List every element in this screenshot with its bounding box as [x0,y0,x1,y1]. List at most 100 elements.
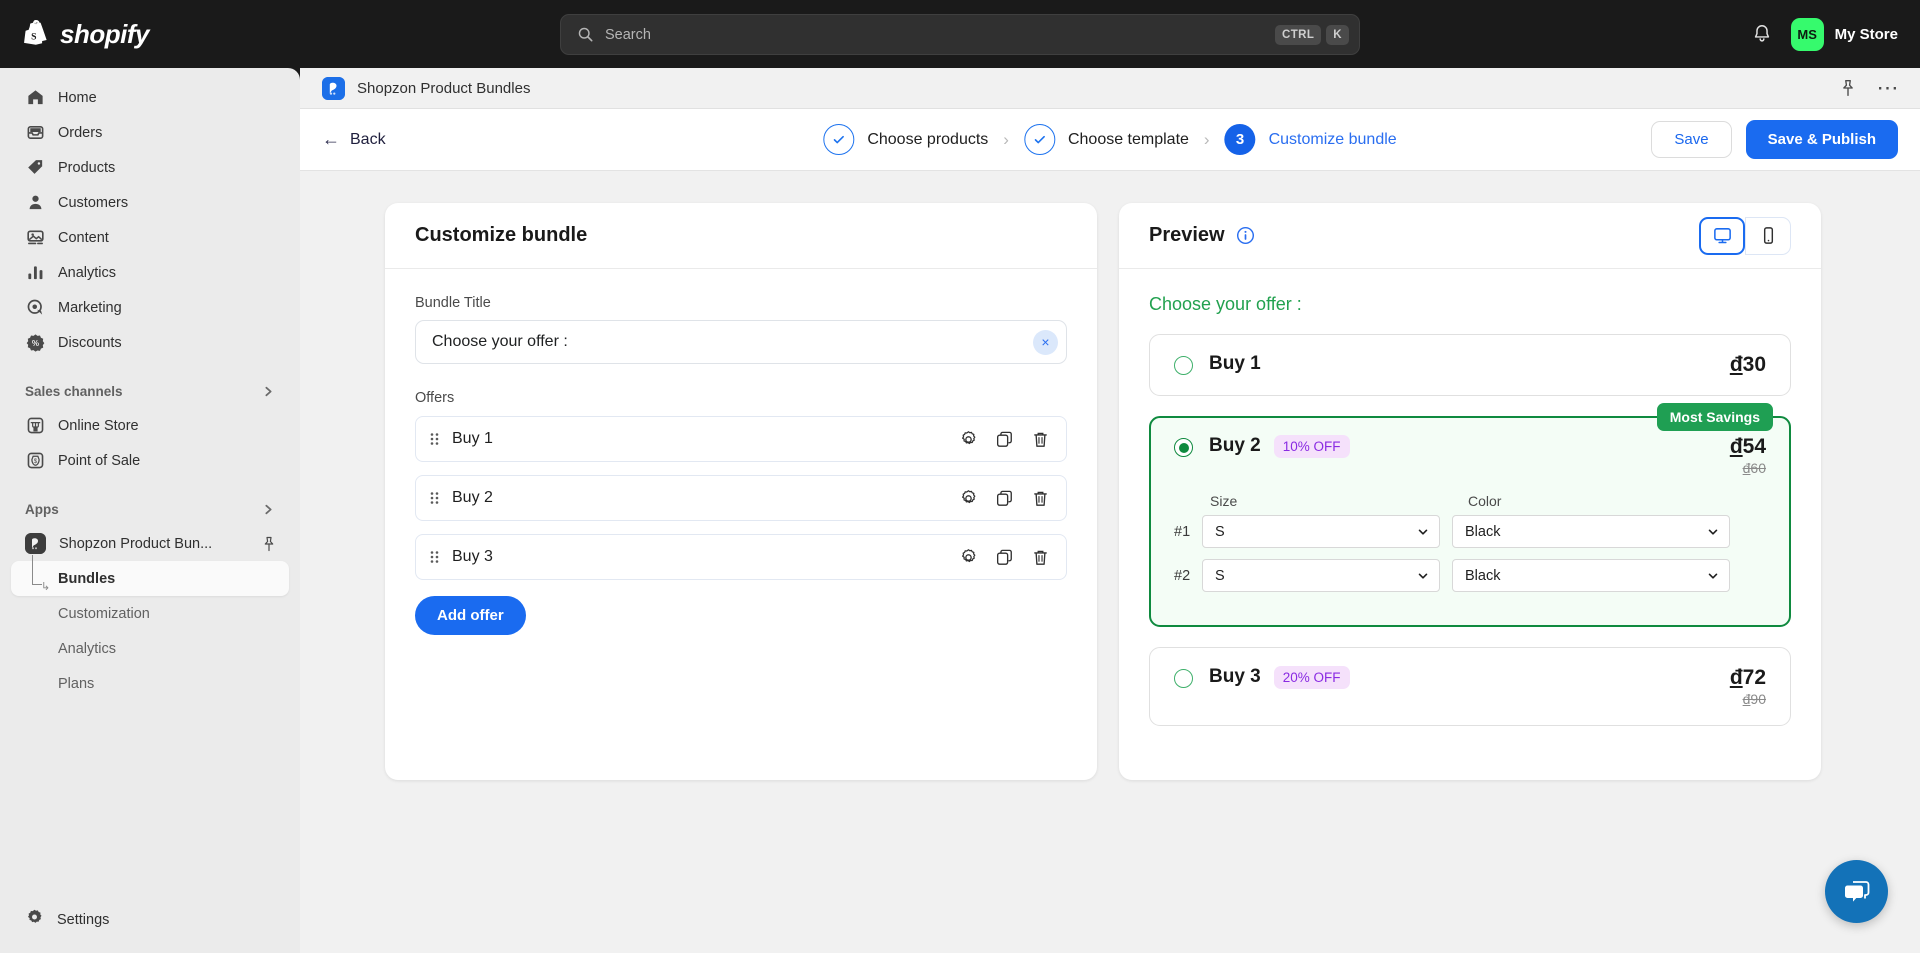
sidebar-item-customization[interactable]: Customization [11,596,289,631]
more-horizontal-icon[interactable]: ⋯ [1876,76,1900,100]
shopzon-app-icon [322,76,345,100]
gear-icon[interactable] [959,489,978,508]
analytics-bars-icon [25,263,45,283]
duplicate-icon[interactable] [995,548,1014,567]
offer-radio-buy3[interactable] [1174,669,1193,688]
preview-offer-card-buy1[interactable]: Buy 1 đ30 [1149,334,1791,396]
sidebar-item-settings[interactable]: Settings [11,902,289,937]
sidebar-item-analytics-app[interactable]: Analytics [11,631,289,666]
sidebar-item-bundles[interactable]: Bundles [11,561,289,596]
size-value: S [1215,523,1225,540]
offer-radio-buy1[interactable] [1174,356,1193,375]
offer-list-item[interactable]: Buy 2 [415,475,1067,521]
color-select-2[interactable]: Black [1452,559,1730,592]
sidebar-item-point-of-sale[interactable]: $ Point of Sale [11,443,289,478]
pin-icon[interactable] [261,536,277,552]
save-button[interactable]: Save [1651,121,1732,158]
orders-icon [25,123,45,143]
sidebar-group-sales-channels[interactable]: Sales channels [11,378,289,404]
preview-offer-card-buy3[interactable]: Buy 3 20% OFF đ72 đ90 [1149,647,1791,726]
preview-offer-card-buy2[interactable]: Most Savings Buy 2 10% OFF đ54 đ60 Size … [1149,403,1791,627]
gear-icon[interactable] [959,430,978,449]
sidebar-item-discounts[interactable]: % Discounts [11,325,289,360]
notifications-bell-icon[interactable] [1751,23,1773,45]
drag-handle-icon[interactable] [429,490,440,506]
offer-name: Buy 1 [1209,353,1261,374]
offer-radio-buy2[interactable] [1174,438,1193,457]
offer-list-item[interactable]: Buy 1 [415,416,1067,462]
info-circle-icon[interactable] [1236,226,1255,245]
svg-text:%: % [31,339,38,348]
shopify-admin-page: S shopify Search CTRL K MS My Store Home… [0,0,1920,953]
compare-value: 60 [1750,460,1766,476]
desktop-icon[interactable] [1699,216,1745,255]
sidebar-subitem-label: Analytics [58,640,117,657]
sidebar-item-label: Home [58,89,97,106]
offer-card-header: Buy 1 đ30 [1174,353,1766,377]
duplicate-icon[interactable] [995,430,1014,449]
preview-body: Choose your offer : Buy 1 đ30 Most Savin… [1119,269,1821,780]
offer-price: đ54 [1730,435,1766,459]
save-and-publish-button[interactable]: Save & Publish [1745,120,1898,159]
sidebar-item-orders[interactable]: Orders [11,115,289,150]
sidebar-group-label: Apps [25,501,59,517]
clear-icon[interactable]: × [1033,329,1058,355]
home-icon [25,88,45,108]
step-customize-bundle[interactable]: 3 Customize bundle [1224,124,1397,155]
sidebar-item-online-store[interactable]: Online Store [11,408,289,443]
pos-icon: $ [25,451,45,471]
bundle-title-input[interactable] [432,333,1033,351]
offer-list-item[interactable]: Buy 3 [415,534,1067,580]
step-label: Customize bundle [1268,130,1397,148]
offer-price-block: đ54 đ60 [1730,435,1766,476]
sidebar-item-label: Online Store [58,417,139,434]
offer-price-block: đ72 đ90 [1730,666,1766,707]
chevron-right-icon [265,386,272,396]
sidebar-item-shopzon-app[interactable]: Shopzon Product Bun... [11,526,289,561]
size-select-2[interactable]: S [1202,559,1440,592]
search-icon [578,27,593,42]
delete-icon[interactable] [1031,489,1050,508]
sidebar-item-analytics[interactable]: Analytics [11,255,289,290]
sidebar-group-label: Sales channels [25,383,123,399]
delete-icon[interactable] [1031,548,1050,567]
products-tag-icon [25,158,45,178]
offer-compare-at-price: đ90 [1730,691,1766,707]
size-value: S [1215,567,1225,584]
sidebar-item-content[interactable]: Content [11,220,289,255]
step-choose-products[interactable]: Choose products [823,124,988,155]
variant-row-2: #2 S Black [1174,559,1766,592]
delete-icon[interactable] [1031,430,1050,449]
chat-widget-button[interactable] [1825,860,1888,923]
global-search-bar[interactable]: Search CTRL K [560,14,1360,55]
sidebar-group-apps[interactable]: Apps [11,496,289,522]
add-offer-button[interactable]: Add offer [415,596,526,635]
mobile-icon[interactable] [1745,216,1791,255]
sidebar-item-customers[interactable]: Customers [11,185,289,220]
chevron-right-icon [265,504,272,514]
chat-bubble-icon [1844,880,1869,902]
avatar: MS [1790,17,1824,51]
drag-handle-icon[interactable] [429,431,440,447]
shopify-logo[interactable]: S shopify [24,19,149,50]
pin-icon[interactable] [1836,76,1860,100]
price-value: 30 [1742,353,1766,376]
variant-header-size: Size [1210,493,1238,509]
sidebar-item-plans[interactable]: Plans [11,666,289,701]
sidebar-item-products[interactable]: Products [11,150,289,185]
color-select-1[interactable]: Black [1452,515,1730,548]
wizard-step-bar: ← Back Choose products › Choose template [300,109,1920,171]
bundle-title-field[interactable]: × [415,320,1067,364]
store-account-chip[interactable]: MS My Store [1790,17,1898,51]
step-choose-template[interactable]: Choose template [1023,124,1189,155]
back-button[interactable]: ← Back [322,129,386,150]
gear-icon[interactable] [959,548,978,567]
duplicate-icon[interactable] [995,489,1014,508]
sidebar-item-home[interactable]: Home [11,80,289,115]
sidebar-item-label: Customers [58,194,129,211]
sidebar-item-label: Orders [58,124,103,141]
sidebar-item-marketing[interactable]: Marketing [11,290,289,325]
drag-handle-icon[interactable] [429,549,440,565]
size-select-1[interactable]: S [1202,515,1440,548]
offer-name: Buy 2 [1209,435,1261,456]
